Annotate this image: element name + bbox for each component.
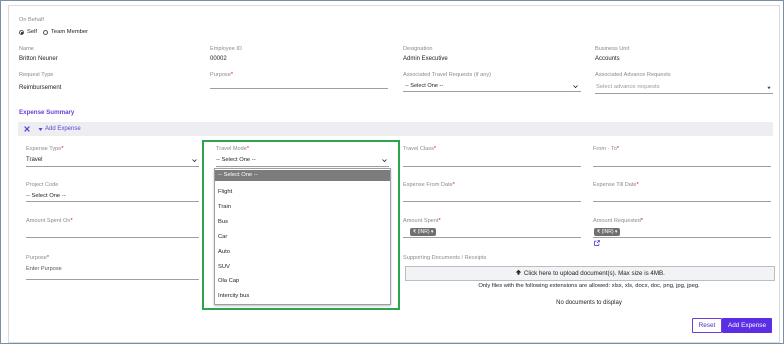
from-to-label: From - To* <box>593 146 620 152</box>
travel-mode-option[interactable]: Train <box>215 200 390 215</box>
associated-advance-label: Associated Advance Requests <box>595 72 671 78</box>
project-code-select[interactable] <box>26 201 199 202</box>
travel-mode-option[interactable]: Flight <box>215 185 390 200</box>
associated-travel-select[interactable] <box>403 91 581 92</box>
purpose-expense-placeholder: Enter Purpose <box>26 266 62 272</box>
employee-id-value: 00002 <box>210 56 227 62</box>
employee-id-label: Employee ID <box>210 46 243 52</box>
caret-down-icon <box>38 128 43 131</box>
add-expense-button[interactable]: Add Expense <box>722 318 772 333</box>
window-frame: On Behalf Self Team Member Name Britton … <box>0 0 784 344</box>
upload-documents-button[interactable]: Click here to upload document(s). Max si… <box>405 266 775 281</box>
travel-mode-dropdown[interactable]: -- Select One -- Flight Train Bus Car Au… <box>214 168 391 305</box>
amount-spent-on-label: Amount Spent On* <box>26 218 73 224</box>
project-code-label: Project Code <box>26 182 59 188</box>
name-value: Britton Neuner <box>19 56 58 62</box>
amount-requested-currency[interactable]: ₹ (INR) ▾ <box>594 228 621 236</box>
travel-mode-option[interactable]: Auto <box>215 245 390 260</box>
business-unit-value: Accounts <box>595 56 620 62</box>
expense-type-label: Expense Type* <box>26 146 64 152</box>
team-member-radio-label: Team Member <box>51 29 89 35</box>
allowed-extensions-note: Only files with the following extensions… <box>478 283 700 289</box>
travel-mode-option[interactable]: SUV <box>215 260 390 275</box>
team-member-radio[interactable] <box>43 30 48 35</box>
upload-label: Click here to upload document(s). Max si… <box>523 270 665 277</box>
expense-from-date-label: Expense From Date* <box>403 182 455 188</box>
associated-travel-label: Associated Travel Requests (if any) <box>403 72 491 78</box>
form-panel: On Behalf Self Team Member Name Britton … <box>8 5 780 343</box>
purpose-expense-label: Purpose* <box>26 255 50 261</box>
self-radio-label: Self <box>27 29 37 35</box>
travel-mode-option[interactable]: Bus <box>215 215 390 230</box>
expense-summary-toolbar <box>18 122 773 136</box>
designation-label: Designation <box>403 46 433 52</box>
expense-till-date-label: Expense Till Date* <box>593 182 639 188</box>
reset-button[interactable]: Reset <box>692 318 722 333</box>
self-radio[interactable] <box>19 30 24 35</box>
amount-spent-on-input[interactable] <box>26 237 199 238</box>
from-to-input[interactable] <box>593 166 771 167</box>
expense-type-value: Travel <box>26 157 43 163</box>
chevron-down-icon <box>573 85 578 89</box>
request-type-value: Reimbursement <box>19 85 62 91</box>
external-link-icon[interactable] <box>594 240 600 246</box>
name-label: Name <box>19 46 34 52</box>
purpose-expense-input[interactable] <box>26 279 199 280</box>
chevron-down-icon <box>192 159 197 163</box>
associated-advance-placeholder: Select advance requests <box>596 84 660 90</box>
amount-spent-label: Amount Spent* <box>403 218 441 224</box>
close-icon[interactable] <box>24 126 30 132</box>
expense-till-date-input[interactable] <box>593 201 771 202</box>
travel-class-label: Travel Class* <box>403 146 437 152</box>
amount-spent-input[interactable] <box>403 237 581 238</box>
expense-from-date-input[interactable] <box>403 201 581 202</box>
supporting-docs-label: Supporting Documents / Receipts <box>403 255 487 261</box>
amount-spent-currency[interactable]: ₹ (INR) ▾ <box>410 228 437 236</box>
request-type-label: Request Type <box>19 72 54 78</box>
upload-icon <box>515 269 522 275</box>
project-code-value: -- Select One -- <box>26 193 66 199</box>
purpose-label: Purpose* <box>210 72 234 78</box>
associated-travel-value: -- Select One -- <box>405 83 444 89</box>
travel-mode-option[interactable]: -- Select One -- <box>215 170 390 181</box>
amount-requested-label: Amount Requested* <box>593 218 644 224</box>
designation-value: Admin Executive <box>403 56 448 62</box>
amount-requested-input[interactable] <box>593 237 771 238</box>
travel-mode-option[interactable]: Car <box>215 230 390 245</box>
travel-mode-option[interactable]: Ola Cap <box>215 274 390 289</box>
caret-down-icon <box>767 86 771 90</box>
associated-advance-select[interactable] <box>595 93 773 94</box>
on-behalf-label: On Behalf <box>19 17 44 23</box>
expense-type-select[interactable] <box>26 166 199 167</box>
purpose-input[interactable] <box>210 88 388 89</box>
add-expense-toggle[interactable]: Add Expense <box>45 126 81 132</box>
business-unit-label: Business Unit <box>595 46 630 52</box>
travel-class-select[interactable] <box>403 166 581 167</box>
no-documents-message: No documents to display <box>556 300 622 306</box>
travel-mode-option[interactable]: Intercity bus <box>215 289 390 304</box>
expense-summary-title: Expense Summary <box>19 109 75 116</box>
